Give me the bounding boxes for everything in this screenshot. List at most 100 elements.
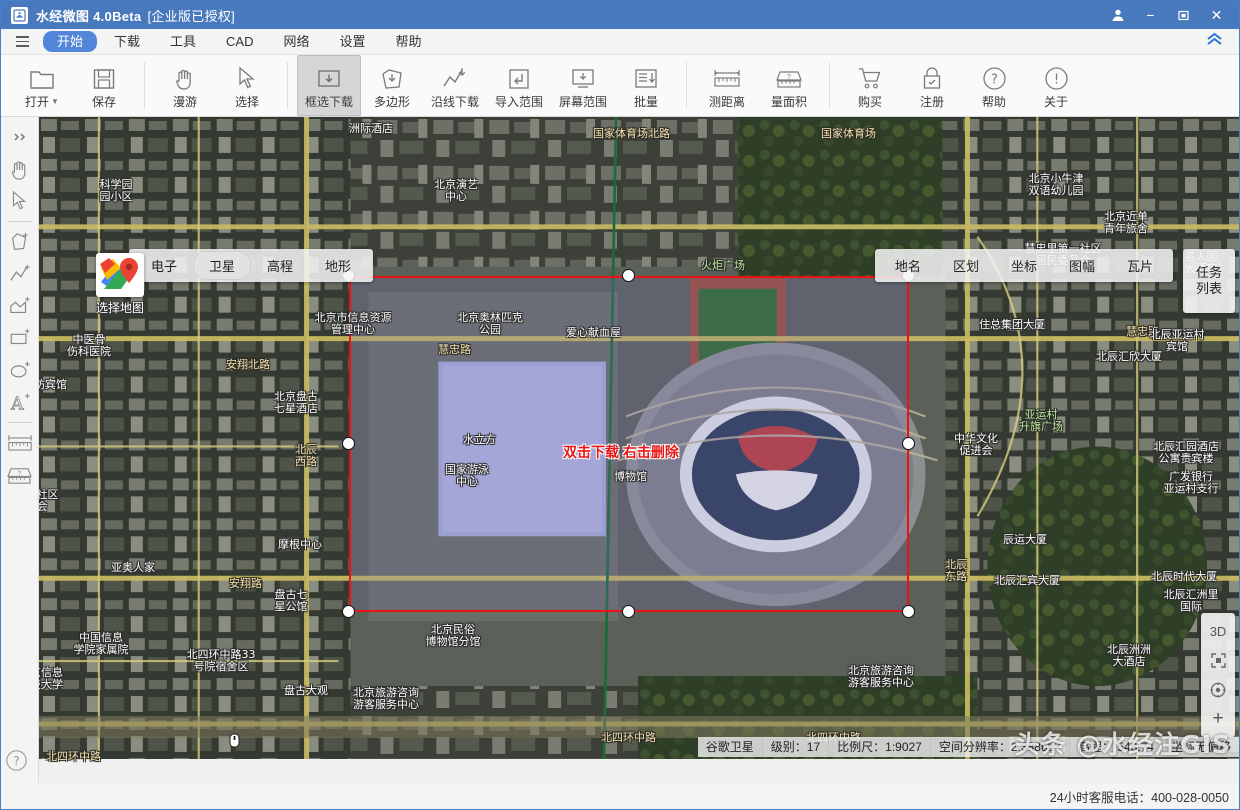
import-range-button[interactable]: 导入范围 [487, 55, 551, 116]
import-range-icon [507, 65, 531, 93]
close-button[interactable]: ✕ [1200, 2, 1233, 29]
map-layer-tabs: 电子 卫星 高程 地形 [129, 249, 374, 282]
menu-item-tools[interactable]: 工具 [157, 31, 209, 52]
status-bar: 谷歌卫星 级别：17 比例尺：1:9027 空间分辨率：2.388657 高程：… [697, 737, 1239, 757]
measure-area-icon: ? [776, 65, 802, 93]
title-bar: 水经微图 4.0Beta [企业版已授权] − ✕ [1, 1, 1239, 29]
measure-area-label: 量面积 [770, 94, 807, 109]
svg-text:A: A [9, 394, 23, 413]
help-label: 帮助 [981, 94, 1006, 109]
purchase-button[interactable]: 购买 [839, 55, 901, 116]
menu-icon[interactable] [9, 32, 35, 52]
rail-separator [7, 221, 32, 222]
register-button[interactable]: 注册 [901, 55, 963, 116]
open-button[interactable]: 打开 ▼ [11, 55, 73, 116]
screen-range-button[interactable]: 屏幕范围 [551, 55, 615, 116]
rail-measure-area-icon[interactable]: ? [5, 459, 35, 491]
selection-handle-middle-right[interactable] [902, 437, 915, 450]
ribbon-group-measure: 测距离 ? 量面积 [696, 55, 820, 116]
help-button[interactable]: ? 帮助 [963, 55, 1025, 116]
map-viewport[interactable]: 双击下载 右击删除 洲际酒店 国家体育场北路 国家体育场 北京小牛津 双语幼儿园 北京演… [39, 117, 1239, 783]
fullscreen-button[interactable] [1203, 646, 1233, 675]
locate-button[interactable] [1203, 675, 1233, 704]
save-button-label: 保存 [91, 94, 116, 109]
ribbon-separator [144, 62, 145, 109]
menu-item-start[interactable]: 开始 [43, 31, 98, 52]
ribbon-group-navigate: 漫游 选择 [154, 55, 278, 116]
measure-distance-button[interactable]: 测距离 [696, 55, 758, 116]
pan-button[interactable]: 漫游 [154, 55, 216, 116]
polygon-download-label: 多边形 [373, 94, 410, 109]
ribbon-separator [829, 62, 830, 109]
google-maps-logo-icon [96, 253, 144, 297]
overlay-tab-coordinate[interactable]: 坐标 [995, 251, 1053, 280]
overlay-tab-tile[interactable]: 瓦片 [1111, 251, 1169, 280]
open-button-label: 打开 [25, 94, 50, 109]
rail-add-polyline-icon[interactable] [5, 258, 35, 290]
measure-area-button[interactable]: ? 量面积 [758, 55, 820, 116]
about-button[interactable]: ! 关于 [1025, 55, 1087, 116]
selection-handle-bottom-center[interactable] [622, 605, 635, 618]
map-overlay-tabs: 地名 区划 坐标 图幅 瓦片 [874, 249, 1173, 282]
selection-handle-top-center[interactable] [622, 269, 635, 282]
menu-item-download[interactable]: 下载 [101, 31, 153, 52]
selection-handle-middle-left[interactable] [342, 437, 355, 450]
zoom-in-button[interactable]: + [1203, 704, 1233, 733]
rail-cursor-select-icon[interactable] [5, 185, 35, 217]
map-source-selector[interactable]: 选择地图 [91, 253, 149, 316]
layer-tab-terrain[interactable]: 地形 [309, 251, 367, 280]
minimize-button[interactable]: − [1134, 2, 1167, 29]
rail-add-text-icon[interactable]: A [5, 386, 35, 418]
ribbon-group-account: 购买 注册 ? 帮助 ! 关于 [839, 55, 1087, 116]
user-account-icon[interactable] [1101, 2, 1134, 29]
ribbon-toolbar: 打开 ▼ 保存 漫游 选择 框选下载 多边形 沿线下载 导入范围 屏幕范围 批量… [1, 55, 1239, 117]
layer-tab-satellite[interactable]: 卫星 [193, 251, 252, 280]
maximize-button[interactable] [1167, 2, 1200, 29]
mouse-cursor-icon [229, 733, 240, 751]
batch-download-button[interactable]: 批量 [615, 55, 677, 116]
expand-rail-icon[interactable] [5, 121, 35, 153]
rail-add-ellipse-icon[interactable] [5, 354, 35, 386]
menu-bar: 开始 下载 工具 CAD 网络 设置 帮助 [1, 29, 1239, 55]
menu-item-settings[interactable]: 设置 [327, 31, 379, 52]
view-3d-button[interactable]: 3D [1203, 617, 1233, 646]
layer-tab-elevation[interactable]: 高程 [251, 251, 309, 280]
question-circle-icon: ? [982, 65, 1007, 93]
rail-help-button[interactable]: ? [5, 749, 28, 777]
rail-measure-distance-icon[interactable] [5, 427, 35, 459]
polygon-download-button[interactable]: 多边形 [361, 55, 423, 116]
status-coordinate-offset: 坐标无偏移 [1161, 737, 1239, 757]
svg-text:?: ? [13, 754, 19, 768]
selection-handle-bottom-left[interactable] [342, 605, 355, 618]
folder-icon [29, 65, 55, 93]
chevron-up-icon[interactable] [1206, 32, 1223, 52]
import-range-label: 导入范围 [494, 94, 543, 109]
select-button[interactable]: 选择 [216, 55, 278, 116]
polyline-download-label: 沿线下载 [430, 94, 479, 109]
ribbon-separator [686, 62, 687, 109]
selection-handle-bottom-right[interactable] [902, 605, 915, 618]
rail-hand-pan-icon[interactable] [5, 153, 35, 185]
selection-hint-text: 双击下载 右击删除 [563, 444, 679, 460]
rail-add-rectangle-icon[interactable] [5, 322, 35, 354]
overlay-tab-mapsheet[interactable]: 图幅 [1053, 251, 1111, 280]
polyline-download-button[interactable]: 沿线下载 [423, 55, 487, 116]
app-logo-icon [11, 6, 28, 24]
save-button[interactable]: 保存 [73, 55, 135, 116]
menu-item-network[interactable]: 网络 [271, 31, 323, 52]
menu-item-help[interactable]: 帮助 [383, 31, 435, 52]
overlay-tab-district[interactable]: 区划 [937, 251, 995, 280]
chevron-down-icon: ▼ [51, 96, 59, 106]
status-map-source: 谷歌卫星 [705, 739, 754, 754]
overlay-tab-placename[interactable]: 地名 [879, 251, 937, 280]
menu-item-cad[interactable]: CAD [213, 31, 266, 52]
task-list-button[interactable]: 任务列表 [1183, 249, 1235, 313]
about-label: 关于 [1043, 94, 1068, 109]
screen-range-icon [570, 65, 596, 93]
cart-icon [858, 65, 883, 93]
status-scale: 比例尺：1:9027 [828, 737, 930, 757]
map-source-label: 选择地图 [95, 301, 144, 315]
rail-add-area-icon[interactable] [5, 290, 35, 322]
rect-download-button[interactable]: 框选下载 [297, 55, 361, 116]
rail-add-polygon-icon[interactable] [5, 226, 35, 258]
